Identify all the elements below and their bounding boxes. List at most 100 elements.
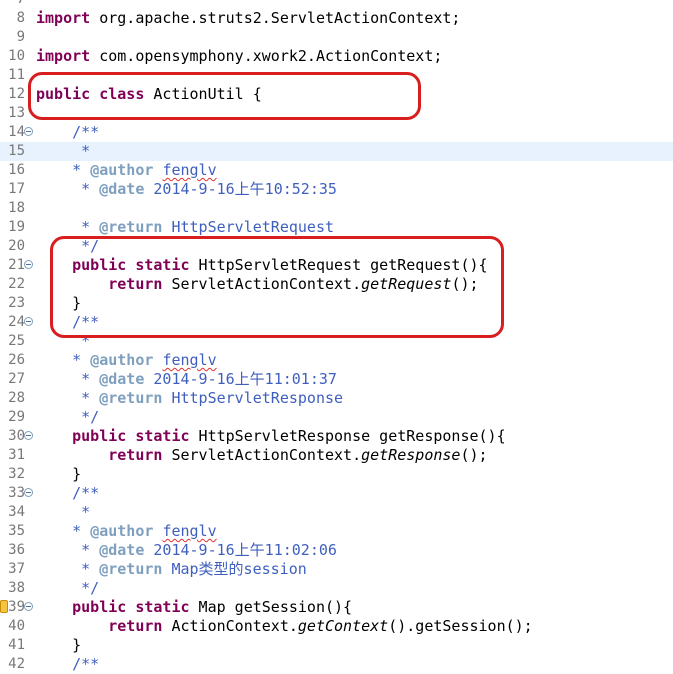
comment-prefix: * — [36, 560, 100, 578]
code-line[interactable]: 38 */ — [0, 579, 673, 598]
comment-text: /** — [36, 655, 100, 673]
code-token: com.opensymphony.xwork2.ActionContext; — [90, 47, 443, 65]
line-number: 36 — [8, 542, 25, 558]
code-line[interactable]: 27 * @date 2014-9-16上午11:01:37 — [0, 370, 673, 389]
warning-marker-icon[interactable] — [0, 600, 8, 613]
javadoc-tag: @author — [90, 522, 154, 540]
code-token: ServletActionContext. — [162, 446, 362, 464]
code-line[interactable]: 31 return ServletActionContext.getRespon… — [0, 446, 673, 465]
fold-toggle-icon[interactable] — [24, 602, 33, 611]
code-line[interactable]: 10 import com.opensymphony.xwork2.ActionC… — [0, 47, 673, 66]
code-token: org.apache.struts2.ServletActionContext; — [90, 9, 461, 27]
line-number: 12 — [8, 86, 25, 102]
code-line[interactable]: 26 * @author fenglv — [0, 351, 673, 370]
javadoc-tag: @date — [99, 370, 145, 388]
code-text: /** — [36, 123, 99, 142]
line-number: 27 — [8, 371, 25, 387]
code-line[interactable]: 18 — [0, 199, 673, 218]
code-line[interactable]: 30 public static HttpServletResponse get… — [0, 427, 673, 446]
code-line[interactable]: 32 } — [0, 465, 673, 484]
line-number: 37 — [8, 561, 25, 577]
code-line[interactable]: 29 */ — [0, 408, 673, 427]
line-number: 24 — [8, 314, 25, 330]
line-number: 33 — [8, 485, 25, 501]
code-line[interactable]: 34 * — [0, 503, 673, 522]
code-line[interactable]: 36 * @date 2014-9-16上午11:02:06 — [0, 541, 673, 560]
code-text: * @date 2014-9-16上午11:01:37 — [36, 370, 337, 389]
code-line[interactable]: 33 /** — [0, 484, 673, 503]
line-number: 21 — [8, 257, 25, 273]
code-line[interactable]: 39 public static Map getSession(){ — [0, 598, 673, 617]
keyword: return — [108, 617, 163, 635]
code-line[interactable]: 28 * @return HttpServletResponse — [0, 389, 673, 408]
javadoc-value: 2014-9-16上午11:02:06 — [144, 541, 337, 559]
line-number: 18 — [8, 200, 25, 216]
code-text: public static HttpServletResponse getRes… — [36, 427, 505, 446]
code-line[interactable]: 37 * @return Map类型的session — [0, 560, 673, 579]
line-number: 9 — [16, 29, 25, 45]
code-text: * @date 2014-9-16上午10:52:35 — [36, 180, 337, 199]
javadoc-tag: @return — [99, 218, 163, 236]
line-number: 25 — [8, 333, 25, 349]
line-number: 20 — [8, 238, 25, 254]
keyword: public static — [72, 427, 190, 445]
code-text: */ — [36, 579, 99, 598]
code-line[interactable]: 41 } — [0, 636, 673, 655]
code-text: * @return HttpServletResponse — [36, 389, 343, 408]
code-token: ().getSession(); — [388, 617, 533, 635]
author-name: fenglv — [162, 351, 217, 369]
code-token: } — [36, 465, 82, 483]
line-number: 40 — [8, 618, 25, 634]
code-line[interactable]: 15 * — [0, 142, 673, 161]
code-line[interactable]: 16 * @author fenglv — [0, 161, 673, 180]
code-line[interactable]: 35 * @author fenglv — [0, 522, 673, 541]
highlight-box-class-declaration — [28, 72, 421, 120]
highlight-box-get-request-method — [50, 236, 504, 338]
comment-prefix: * — [36, 370, 100, 388]
code-text: public static Map getSession(){ — [36, 598, 352, 617]
code-text: import com.opensymphony.xwork2.ActionCon… — [36, 47, 442, 66]
fold-toggle-icon[interactable] — [24, 488, 33, 497]
keyword: import — [36, 9, 91, 27]
fold-toggle-icon[interactable] — [24, 317, 33, 326]
comment-text: * — [36, 503, 91, 521]
line-number: 29 — [8, 409, 25, 425]
line-number: 30 — [8, 428, 25, 444]
comment-prefix: * — [36, 389, 100, 407]
code-editor[interactable]: 78 import org.apache.struts2.ServletActio… — [0, 0, 673, 674]
fold-toggle-icon[interactable] — [24, 431, 33, 440]
line-number: 16 — [8, 162, 25, 178]
code-line[interactable]: 19 * @return HttpServletRequest — [0, 218, 673, 237]
line-number: 28 — [8, 390, 25, 406]
line-number: 22 — [8, 276, 25, 292]
comment-text: */ — [36, 579, 100, 597]
code-line[interactable]: 40 return ActionContext.getContext().get… — [0, 617, 673, 636]
code-token: ActionContext. — [162, 617, 298, 635]
code-line[interactable]: 17 * @date 2014-9-16上午10:52:35 — [0, 180, 673, 199]
comment-prefix: * — [36, 218, 100, 236]
javadoc-tag: @author — [90, 161, 154, 179]
line-number: 26 — [8, 352, 25, 368]
fold-toggle-icon[interactable] — [24, 260, 33, 269]
line-number: 17 — [8, 181, 25, 197]
javadoc-value: 2014-9-16上午11:01:37 — [144, 370, 337, 388]
comment-prefix: * — [36, 161, 91, 179]
code-token: } — [36, 636, 82, 654]
line-number: 15 — [8, 143, 25, 159]
line-number: 14 — [8, 124, 25, 140]
code-line[interactable]: 8 import org.apache.struts2.ServletAction… — [0, 9, 673, 28]
fold-toggle-icon[interactable] — [24, 127, 33, 136]
code-text: * @author fenglv — [36, 161, 217, 180]
comment-text: */ — [36, 408, 100, 426]
javadoc-value: HttpServletRequest — [162, 218, 335, 236]
comment-text: /** — [36, 484, 100, 502]
javadoc-value: 2014-9-16上午10:52:35 — [144, 180, 337, 198]
code-line[interactable]: 14 /** — [0, 123, 673, 142]
code-line[interactable]: 7 — [0, 0, 673, 9]
static-method-call: getContext — [297, 617, 389, 635]
code-line[interactable]: 42 /** — [0, 655, 673, 674]
code-text: * @author fenglv — [36, 351, 217, 370]
comment-prefix: * — [36, 180, 100, 198]
code-token: (); — [460, 446, 488, 464]
code-line[interactable]: 9 — [0, 28, 673, 47]
